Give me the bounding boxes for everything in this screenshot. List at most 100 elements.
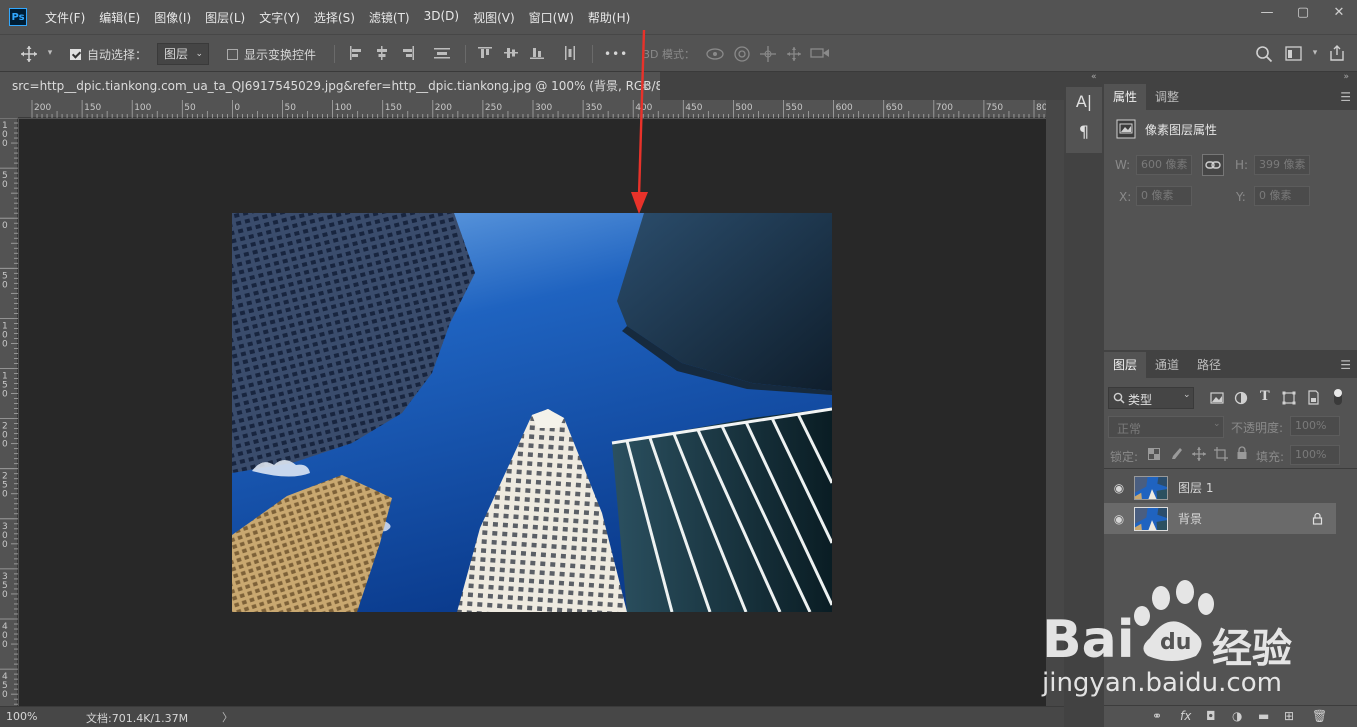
- visibility-eye-icon[interactable]: ◉: [1104, 512, 1134, 526]
- fill-field[interactable]: 100%: [1290, 445, 1340, 465]
- workspace-chevron-down-icon[interactable]: ▾: [1307, 45, 1323, 61]
- lock-position-icon[interactable]: [1192, 447, 1206, 461]
- lock-image-pixels-icon[interactable]: [1170, 447, 1184, 461]
- height-field[interactable]: 399 像素: [1254, 155, 1310, 175]
- width-field[interactable]: 600 像素: [1136, 155, 1192, 175]
- document-tab[interactable]: src=http__dpic.tiankong.com_ua_ta_QJ6917…: [0, 72, 660, 100]
- chevron-down-icon: ⌄: [1213, 419, 1221, 429]
- filter-toggle[interactable]: [1334, 389, 1342, 405]
- layer-filter-dropdown[interactable]: 类型 ⌄: [1108, 387, 1194, 409]
- ruler-label: 0: [2, 590, 8, 600]
- x-field[interactable]: 0 像素: [1136, 186, 1192, 206]
- ruler-label: 600: [836, 103, 853, 113]
- menu-file[interactable]: 文件(F): [45, 9, 85, 26]
- filter-pixel-icon[interactable]: [1210, 391, 1224, 405]
- search-icon[interactable]: [1255, 45, 1273, 63]
- minimize-button[interactable]: —: [1249, 0, 1285, 24]
- distribute-icon[interactable]: [434, 46, 450, 60]
- 3d-pan-icon[interactable]: [759, 45, 777, 63]
- new-layer-icon[interactable]: ⊞: [1284, 709, 1294, 723]
- lock-artboard-icon[interactable]: [1214, 447, 1228, 461]
- status-bar: 100% 文档:701.4K/1.37M 〉: [0, 706, 1064, 727]
- horizontal-ruler[interactable]: 200 150 100 50 0 50 100 150 200 250 300 350 400 450 50…: [18, 100, 1053, 118]
- new-group-folder-icon[interactable]: ▬: [1258, 709, 1269, 723]
- align-horizontal-center-icon[interactable]: [375, 46, 389, 60]
- auto-select-label: 自动选择：: [87, 47, 148, 62]
- lock-all-icon[interactable]: [1236, 446, 1248, 460]
- share-icon[interactable]: [1328, 44, 1346, 62]
- zoom-level[interactable]: 100%: [6, 710, 37, 723]
- align-bottom-icon[interactable]: [530, 46, 544, 60]
- panel-menu-icon[interactable]: ☰: [1340, 358, 1351, 372]
- properties-heading: 像素图层属性: [1145, 123, 1218, 137]
- layer-row-layer1[interactable]: ◉ 图层 1: [1104, 472, 1357, 503]
- layer-name: 背景: [1178, 512, 1203, 526]
- link-layers-icon[interactable]: ⚭: [1152, 709, 1162, 723]
- close-button[interactable]: ✕: [1321, 0, 1357, 24]
- show-transform-check-icon[interactable]: [227, 48, 238, 60]
- align-top-icon[interactable]: [478, 46, 492, 60]
- 3d-slide-icon[interactable]: [785, 45, 803, 63]
- blend-mode-dropdown[interactable]: 正常 ⌄: [1108, 416, 1224, 438]
- distribute-vertical-icon[interactable]: [563, 46, 577, 60]
- expand-strip-icon[interactable]: «: [1091, 72, 1097, 82]
- ruler-origin[interactable]: [0, 100, 18, 118]
- auto-select-check-icon[interactable]: [70, 48, 81, 60]
- restore-button[interactable]: ▢: [1285, 0, 1321, 24]
- ruler-label: 150: [84, 103, 101, 113]
- menu-view[interactable]: 视图(V): [473, 9, 515, 26]
- menu-edit[interactable]: 编辑(E): [99, 9, 140, 26]
- align-right-icon[interactable]: [401, 46, 415, 60]
- tab-paths[interactable]: 路径: [1188, 352, 1230, 378]
- tab-properties[interactable]: 属性: [1104, 84, 1147, 110]
- filter-type-icon[interactable]: T: [1260, 389, 1270, 404]
- y-label: Y:: [1236, 190, 1246, 204]
- tool-preset-chevron-down-icon[interactable]: ▾: [42, 45, 58, 61]
- menu-help[interactable]: 帮助(H): [588, 9, 630, 26]
- character-panel-icon[interactable]: A|: [1066, 87, 1102, 117]
- paragraph-panel-icon[interactable]: ¶: [1066, 117, 1102, 147]
- add-mask-icon[interactable]: ◘: [1206, 709, 1216, 723]
- tab-layers[interactable]: 图层: [1104, 352, 1147, 378]
- menu-filter[interactable]: 滤镜(T): [369, 9, 410, 26]
- auto-select-target-dropdown[interactable]: 图层 ⌄: [157, 43, 209, 65]
- layer-lock-icon[interactable]: [1312, 512, 1323, 525]
- link-dimensions-button[interactable]: [1202, 154, 1224, 176]
- menu-select[interactable]: 选择(S): [314, 9, 355, 26]
- move-tool-icon[interactable]: [20, 45, 38, 63]
- 3d-roll-icon[interactable]: [733, 45, 751, 63]
- menu-image[interactable]: 图像(I): [154, 9, 191, 26]
- document-size: 文档:701.4K/1.37M: [86, 712, 189, 725]
- menu-layer[interactable]: 图层(L): [205, 9, 245, 26]
- filter-shape-icon[interactable]: [1282, 391, 1296, 405]
- vertical-ruler[interactable]: 10050050100150200250300350400450: [0, 117, 18, 706]
- auto-select-checkbox[interactable]: 自动选择：: [70, 45, 147, 63]
- tab-channels[interactable]: 通道: [1146, 352, 1188, 378]
- filter-adjustment-icon[interactable]: [1234, 391, 1248, 405]
- layer-row-background[interactable]: ◉ 背景: [1104, 503, 1336, 534]
- 3d-camera-icon[interactable]: [810, 46, 830, 60]
- align-left-icon[interactable]: [349, 46, 363, 60]
- show-transform-checkbox[interactable]: 显示变换控件: [227, 45, 316, 63]
- menu-3d[interactable]: 3D(D): [424, 9, 459, 26]
- layer-style-fx-icon[interactable]: fx: [1180, 709, 1191, 723]
- filter-smart-object-icon[interactable]: [1306, 390, 1320, 405]
- y-field[interactable]: 0 像素: [1254, 186, 1310, 206]
- menu-type[interactable]: 文字(Y): [259, 9, 300, 26]
- 3d-orbit-icon[interactable]: [705, 45, 725, 63]
- opacity-field[interactable]: 100%: [1290, 416, 1340, 436]
- status-menu-arrow-icon[interactable]: 〉: [222, 709, 233, 725]
- document-image[interactable]: [232, 213, 832, 612]
- lock-transparent-pixels-icon[interactable]: [1148, 448, 1160, 460]
- panel-menu-icon[interactable]: ☰: [1340, 90, 1351, 104]
- visibility-eye-icon[interactable]: ◉: [1104, 481, 1134, 495]
- ruler-label: 250: [485, 103, 502, 113]
- fill-label: 填充:: [1256, 450, 1285, 464]
- collapse-dock-icon[interactable]: »: [1343, 72, 1349, 82]
- align-vertical-center-icon[interactable]: [504, 46, 518, 60]
- menu-window[interactable]: 窗口(W): [529, 9, 574, 26]
- adjustment-layer-icon[interactable]: ◑: [1232, 709, 1242, 723]
- delete-layer-trash-icon[interactable]: 🗑: [1312, 709, 1327, 723]
- tab-adjustments[interactable]: 调整: [1146, 84, 1188, 110]
- workspace-icon[interactable]: [1285, 46, 1303, 62]
